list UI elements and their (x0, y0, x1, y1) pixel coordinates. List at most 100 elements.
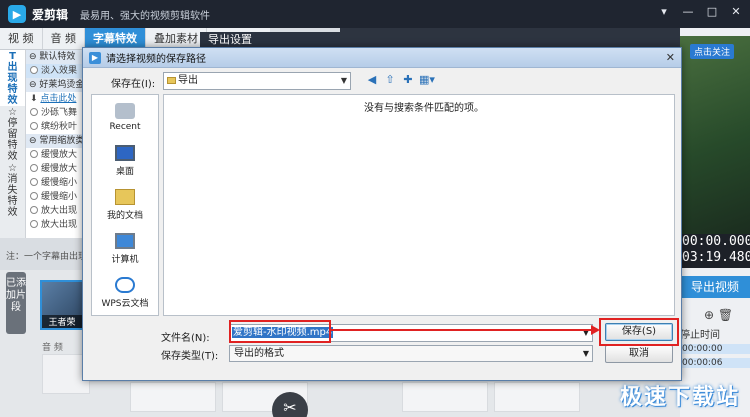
video-preview[interactable]: 点击关注 (680, 36, 750, 234)
stop-time-header: 停止时间 (680, 330, 720, 341)
desktop-icon (115, 145, 135, 161)
effect-item[interactable]: 缓慢缩小 (26, 190, 90, 204)
timeline-strip (90, 382, 680, 417)
effect-item[interactable]: 放大出现 (26, 218, 90, 232)
stop-time-row[interactable]: 00:00:06 (680, 358, 750, 368)
timeline-slot[interactable] (402, 382, 488, 412)
export-settings-title: 导出设置 (200, 32, 340, 48)
effect-group-header[interactable]: ⊖ 好莱坞烫金 (26, 78, 90, 92)
side-tab-disappear[interactable]: ☆ 消失特效 (0, 162, 25, 218)
preview-banner: 点击关注 (690, 44, 735, 59)
place-desktop[interactable]: 桌面 (92, 139, 158, 183)
effect-item[interactable]: 缓慢放大 (26, 148, 90, 162)
app-slogan: 最易用、强大的视频剪辑软件 (80, 10, 211, 22)
places-bar: Recent 桌面 我的文档 计算机 WPS云文档 (91, 94, 159, 316)
file-list[interactable]: 没有与搜索条件匹配的项。 (163, 94, 675, 316)
export-video-button[interactable]: 导出视频 (680, 276, 750, 298)
text-effect-icon: T (9, 50, 16, 62)
app-titlebar: ▶ 爱剪辑 最易用、强大的视频剪辑软件 ▾ — □ ✕ (0, 0, 750, 28)
effect-group-header[interactable]: ⊖ 默认特效 (26, 50, 90, 64)
timeline-slot[interactable] (130, 382, 216, 412)
audio-track-label: 音 频 (42, 343, 63, 353)
radio-icon (30, 192, 38, 200)
back-icon[interactable]: ◀ (365, 73, 379, 87)
app-logo-icon: ▶ (8, 5, 26, 23)
effect-group-header[interactable]: ⊖ 常用缩放类 (26, 134, 90, 148)
add-circle-icon[interactable]: ⊕ (704, 308, 714, 322)
save-dialog: ▶ 请选择视频的保存路径 ✕ 保存在(I): 导出 ▼ ◀ ⇧ ✚ ▦▾ Rec… (82, 47, 682, 381)
download-icon: ⬇ (30, 94, 41, 104)
radio-icon (30, 66, 38, 74)
tab-video[interactable]: 视 频 (0, 28, 43, 49)
effect-item[interactable]: 缓慢缩小 (26, 176, 90, 190)
app-name: 爱剪辑 (32, 7, 69, 22)
tab-audio[interactable]: 音 频 (43, 28, 85, 49)
app-small-icon: ▶ (89, 51, 101, 64)
clip-thumbnail[interactable]: 王者荣 (40, 280, 84, 330)
effect-item[interactable]: 缤纷秋叶 (26, 120, 90, 134)
place-label: WPS云文档 (101, 299, 149, 309)
filename-label: 文件名(N): (161, 333, 210, 344)
place-label: 桌面 (115, 167, 134, 177)
new-folder-icon[interactable]: ✚ (401, 73, 415, 87)
place-recent[interactable]: Recent (92, 95, 158, 139)
effect-list: ⊖ 默认特效 淡入效果 ⊖ 好莱坞烫金 ⬇ 点击此处 沙砾飞舞 缤纷秋叶 ⊖ 常… (26, 50, 90, 238)
up-folder-icon[interactable]: ⇧ (383, 73, 397, 87)
radio-icon (30, 178, 38, 186)
effect-link[interactable]: ⬇ 点击此处 (26, 92, 90, 106)
empty-message: 没有与搜索条件匹配的项。 (364, 103, 484, 114)
recent-icon (115, 102, 135, 119)
close-icon[interactable]: ✕ (728, 4, 744, 20)
filetype-select[interactable]: 导出的格式 ▼ (229, 345, 593, 362)
navigation-toolbar: ◀ ⇧ ✚ ▦▾ (365, 73, 435, 87)
trash-icon[interactable]: 🗑 (718, 308, 733, 322)
side-tab-appear[interactable]: T 出现特效 (0, 50, 25, 106)
current-time: 00:00.000 (682, 234, 750, 249)
effect-item[interactable]: 缓慢放大 (26, 162, 90, 176)
cloud-icon (115, 277, 135, 293)
place-computer[interactable]: 计算机 (92, 227, 158, 271)
radio-icon (30, 164, 38, 172)
look-in-label: 保存在(I): (111, 79, 156, 90)
star-icon: ☆ (8, 162, 17, 174)
effect-item[interactable]: 淡入效果 (26, 64, 90, 78)
chevron-down-icon: ▼ (582, 349, 589, 358)
tab-overlay-material[interactable]: 叠加素材 (146, 28, 207, 49)
dialog-title: 请选择视频的保存路径 (106, 54, 206, 65)
filetype-value: 导出的格式 (234, 348, 284, 359)
radio-icon (30, 150, 38, 158)
list-tools: ⊕ 🗑 (704, 308, 733, 322)
radio-icon (30, 122, 38, 130)
window-controls: ▾ — □ ✕ (656, 4, 744, 20)
total-time: 03:19.480 (682, 250, 750, 265)
effect-side-tabs: T 出现特效 ☆ 停留特效 ☆ 消失特效 (0, 50, 26, 238)
place-wps-cloud[interactable]: WPS云文档 (92, 271, 158, 315)
stop-time-row[interactable]: 00:00:00 (680, 344, 750, 354)
effect-tip: 注：一个字幕由出现 (6, 252, 88, 262)
side-tab-stay[interactable]: ☆ 停留特效 (0, 106, 25, 162)
menu-dropdown-icon[interactable]: ▾ (656, 4, 672, 20)
radio-icon (30, 108, 38, 116)
look-in-value: 导出 (178, 75, 198, 86)
place-documents[interactable]: 我的文档 (92, 183, 158, 227)
cancel-button[interactable]: 取消 (605, 345, 673, 363)
minimize-icon[interactable]: — (680, 4, 696, 20)
view-menu-icon[interactable]: ▦▾ (419, 73, 435, 87)
annotation-arrow-line (331, 329, 593, 331)
tab-subtitle-effects[interactable]: 字幕特效 (85, 28, 146, 49)
annotation-box-save (599, 318, 679, 346)
folder-icon (167, 77, 176, 84)
dialog-close-icon[interactable]: ✕ (666, 51, 675, 64)
computer-icon (115, 233, 135, 249)
effect-item[interactable]: 放大出现 (26, 204, 90, 218)
added-clips-tab[interactable]: 已添加片段 (6, 272, 26, 334)
clip-thumbnail-label: 王者荣 (42, 315, 82, 328)
timeline-slot[interactable] (494, 382, 580, 412)
look-in-select[interactable]: 导出 ▼ (163, 72, 351, 90)
effect-item[interactable]: 沙砾飞舞 (26, 106, 90, 120)
documents-icon (115, 189, 135, 205)
chevron-down-icon[interactable]: ▼ (583, 325, 589, 341)
maximize-icon[interactable]: □ (704, 4, 720, 20)
star-icon: ☆ (8, 106, 17, 118)
dialog-titlebar: ▶ 请选择视频的保存路径 ✕ (83, 48, 681, 68)
